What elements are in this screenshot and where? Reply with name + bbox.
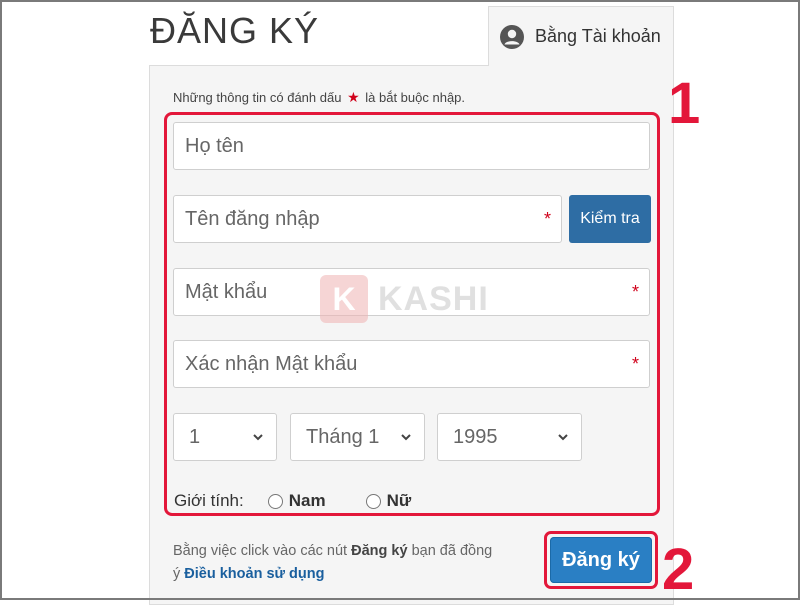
- check-username-button[interactable]: Kiểm tra: [569, 195, 651, 243]
- required-note-prefix: Những thông tin có đánh dấu: [173, 90, 342, 105]
- step-1-marker: 1: [668, 71, 701, 136]
- required-star-icon: *: [631, 354, 639, 374]
- confirm-password-input[interactable]: Xác nhận Mật khẩu *: [173, 340, 650, 388]
- required-note-suffix: là bắt buộc nhập.: [365, 90, 466, 105]
- step-2-marker: 2: [662, 537, 695, 602]
- gender-female-option[interactable]: Nữ: [365, 491, 412, 511]
- chevron-down-icon: [401, 434, 411, 441]
- terms-link[interactable]: Điều khoản sử dụng: [184, 566, 324, 582]
- register-button[interactable]: Đăng ký: [550, 537, 652, 583]
- month-value: Tháng 1: [306, 425, 380, 448]
- terms-prefix: Bằng việc click vào các nút: [173, 543, 348, 559]
- password-placeholder: Mật khẩu: [185, 280, 268, 303]
- chevron-down-icon: [253, 434, 263, 441]
- terms-notice: Bằng việc click vào các nút Đăng ký bạn …: [173, 540, 503, 586]
- day-value: 1: [189, 425, 201, 448]
- user-circle-icon: [500, 24, 524, 49]
- watermark: K KASHI: [320, 275, 489, 323]
- gender-group: Giới tính: Nam Nữ: [174, 491, 411, 511]
- fullname-placeholder: Họ tên: [185, 134, 244, 157]
- gender-label: Giới tính:: [174, 491, 244, 510]
- required-star-icon: *: [543, 209, 551, 229]
- panel-divider: [149, 65, 489, 66]
- watermark-logo-icon: K: [320, 275, 368, 323]
- tab-account[interactable]: Bằng Tài khoản: [488, 6, 674, 66]
- gender-female-label: Nữ: [386, 491, 412, 510]
- radio-female[interactable]: [365, 493, 381, 509]
- day-select[interactable]: 1: [173, 413, 277, 461]
- required-star-icon: ★: [347, 89, 360, 105]
- gender-male-label: Nam: [288, 491, 326, 510]
- tab-account-label: Bằng Tài khoản: [535, 26, 661, 46]
- watermark-text: KASHI: [378, 279, 489, 318]
- chevron-down-icon: [558, 434, 568, 441]
- page-title: ĐĂNG KÝ: [150, 10, 320, 51]
- required-note: Những thông tin có đánh dấu ★ là bắt buộ…: [173, 89, 465, 106]
- month-select[interactable]: Tháng 1: [290, 413, 425, 461]
- required-star-icon: *: [631, 282, 639, 302]
- confirm-password-placeholder: Xác nhận Mật khẩu: [185, 352, 358, 375]
- year-value: 1995: [453, 425, 498, 448]
- gender-male-option[interactable]: Nam: [267, 491, 326, 511]
- username-input[interactable]: Tên đăng nhập *: [173, 195, 562, 243]
- fullname-input[interactable]: Họ tên: [173, 122, 650, 170]
- year-select[interactable]: 1995: [437, 413, 582, 461]
- radio-male[interactable]: [267, 493, 283, 509]
- terms-button-ref: Đăng ký: [351, 543, 408, 559]
- username-placeholder: Tên đăng nhập: [185, 207, 320, 230]
